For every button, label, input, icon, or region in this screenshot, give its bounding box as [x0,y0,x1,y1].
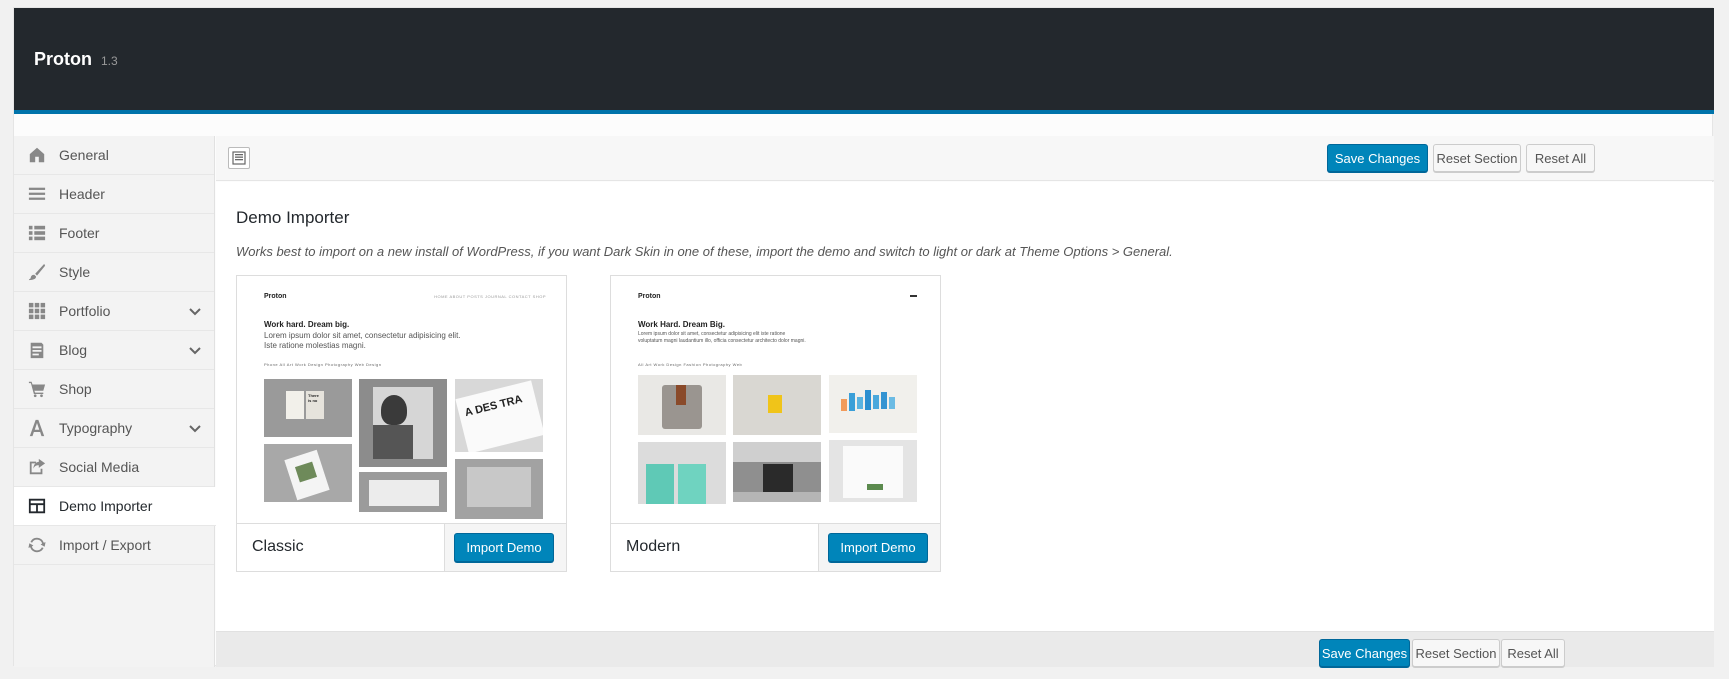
list-icon [28,224,46,242]
sidebar-item-label: Blog [59,342,88,358]
chevron-down-icon[interactable] [188,304,202,318]
preview-poster-text: A DES TRA [455,380,543,452]
demo-actions: Import Demo [818,524,940,571]
save-changes-button[interactable]: Save Changes [1327,144,1428,172]
sidebar-item-label: Demo Importer [59,498,153,514]
preview-thumb [733,375,821,435]
preview-thumb: There is no [264,379,352,437]
options-header: Proton 1.3 [14,8,1714,114]
save-changes-button[interactable]: Save Changes [1319,639,1410,667]
sidebar-item-label: Portfolio [59,303,111,319]
reset-section-button[interactable]: Reset Section [1412,639,1500,667]
preview-thumb [829,375,917,433]
typography-icon [28,419,46,437]
expand-options-button[interactable] [228,147,250,169]
preview-brand: Proton [264,293,287,300]
preview-thumb [455,459,543,519]
theme-options-panel: Proton 1.3 General Header Footer Style P… [13,7,1714,667]
layout-icon [28,497,46,515]
sidebar-item-label: Typography [59,420,133,436]
main-content: Demo Importer Works best to import on a … [216,182,1714,631]
reset-all-button[interactable]: Reset All [1526,144,1595,172]
sidebar-item-label: General [59,147,109,163]
top-toolbar: Save Changes Reset Section Reset All [216,136,1714,181]
sidebar-item-label: Footer [59,225,100,241]
demo-card-classic: Proton HOME ABOUT POSTS JOURNAL CONTACT … [236,275,567,572]
post-icon [28,341,46,359]
sidebar-item-demo-importer[interactable]: Demo Importer [14,487,216,526]
sidebar-item-footer[interactable]: Footer [14,214,214,253]
preview-thumb [638,375,726,435]
reset-all-button[interactable]: Reset All [1501,639,1565,667]
section-description: Works best to import on a new install of… [236,244,1173,259]
sidebar-item-general[interactable]: General [14,136,214,175]
preview-thumb [264,444,352,502]
preview-thumb [733,442,821,502]
reset-section-button[interactable]: Reset Section [1433,144,1521,172]
demo-preview-image: Proton HOME ABOUT POSTS JOURNAL CONTACT … [237,276,566,524]
hamburger-icon [910,295,917,297]
chevron-down-icon[interactable] [188,343,202,357]
preview-filters: All Art Work Design Fashion Photography … [638,362,743,367]
preview-thumb [359,472,447,512]
sidebar-item-label: Style [59,264,91,280]
preview-poster-text: There is no [306,391,324,419]
sidebar-nav: General Header Footer Style Portfolio Bl… [14,136,216,667]
sidebar-item-social-media[interactable]: Social Media [14,448,214,487]
grid-icon [28,302,46,320]
app-version: 1.3 [101,53,118,68]
preview-filters: Phone All Art Work Design Photography We… [264,362,382,367]
expand-icon [232,151,246,165]
preview-subtext: Lorem ipsum dolor sit amet, consectetur … [638,331,878,345]
refresh-icon [28,536,46,554]
section-title: Demo Importer [236,208,350,227]
demo-card-footer: Classic Import Demo [237,524,566,571]
demo-preview-image: Proton Work Hard. Dream Big. Lorem ipsum… [611,276,940,524]
bottom-toolbar: Save Changes Reset Section Reset All [216,631,1714,667]
preview-subtext-line: Lorem ipsum dolor sit amet, consectetur … [264,331,461,340]
preview-headline: Work hard. Dream big. [264,320,350,329]
preview-thumb [638,442,726,504]
sidebar-item-label: Header [59,186,105,202]
demo-actions: Import Demo [444,524,566,571]
app-title: Proton [34,48,92,69]
brush-icon [28,263,46,281]
demo-name: Classic [252,538,304,555]
sidebar-item-label: Import / Export [59,537,151,553]
sidebar-item-import-export[interactable]: Import / Export [14,526,214,565]
sidebar-item-shop[interactable]: Shop [14,370,214,409]
sidebar-item-typography[interactable]: Typography [14,409,214,448]
preview-subtext: Lorem ipsum dolor sit amet, consectetur … [264,331,504,351]
demo-card-footer: Modern Import Demo [611,524,940,571]
preview-subtext-line: Iste ratione molestias magni. [264,341,366,350]
home-icon [28,146,46,164]
preview-thumb [359,379,447,467]
preview-subtext-line: Lorem ipsum dolor sit amet, consectetur … [638,331,786,337]
share-icon [28,458,46,476]
preview-subtext-line: voluptatum magni laudantium illo, offici… [638,338,806,344]
preview-thumb: A DES TRA [455,379,543,452]
preview-headline: Work Hard. Dream Big. [638,320,725,329]
sidebar-item-label: Shop [59,381,92,397]
menu-icon [28,185,46,203]
sidebar-item-style[interactable]: Style [14,253,214,292]
import-demo-button[interactable]: Import Demo [454,533,554,562]
chevron-down-icon[interactable] [188,421,202,435]
demo-card-modern: Proton Work Hard. Dream Big. Lorem ipsum… [610,275,941,572]
sidebar-item-portfolio[interactable]: Portfolio [14,292,214,331]
import-demo-button[interactable]: Import Demo [828,533,928,562]
preview-menu: HOME ABOUT POSTS JOURNAL CONTACT SHOP [434,294,546,299]
cart-icon [28,380,46,398]
demo-name: Modern [626,538,681,555]
sidebar-item-label: Social Media [59,459,140,475]
sidebar-item-blog[interactable]: Blog [14,331,214,370]
sidebar-item-header[interactable]: Header [14,175,214,214]
preview-thumb [829,440,917,502]
preview-brand: Proton [638,293,661,300]
